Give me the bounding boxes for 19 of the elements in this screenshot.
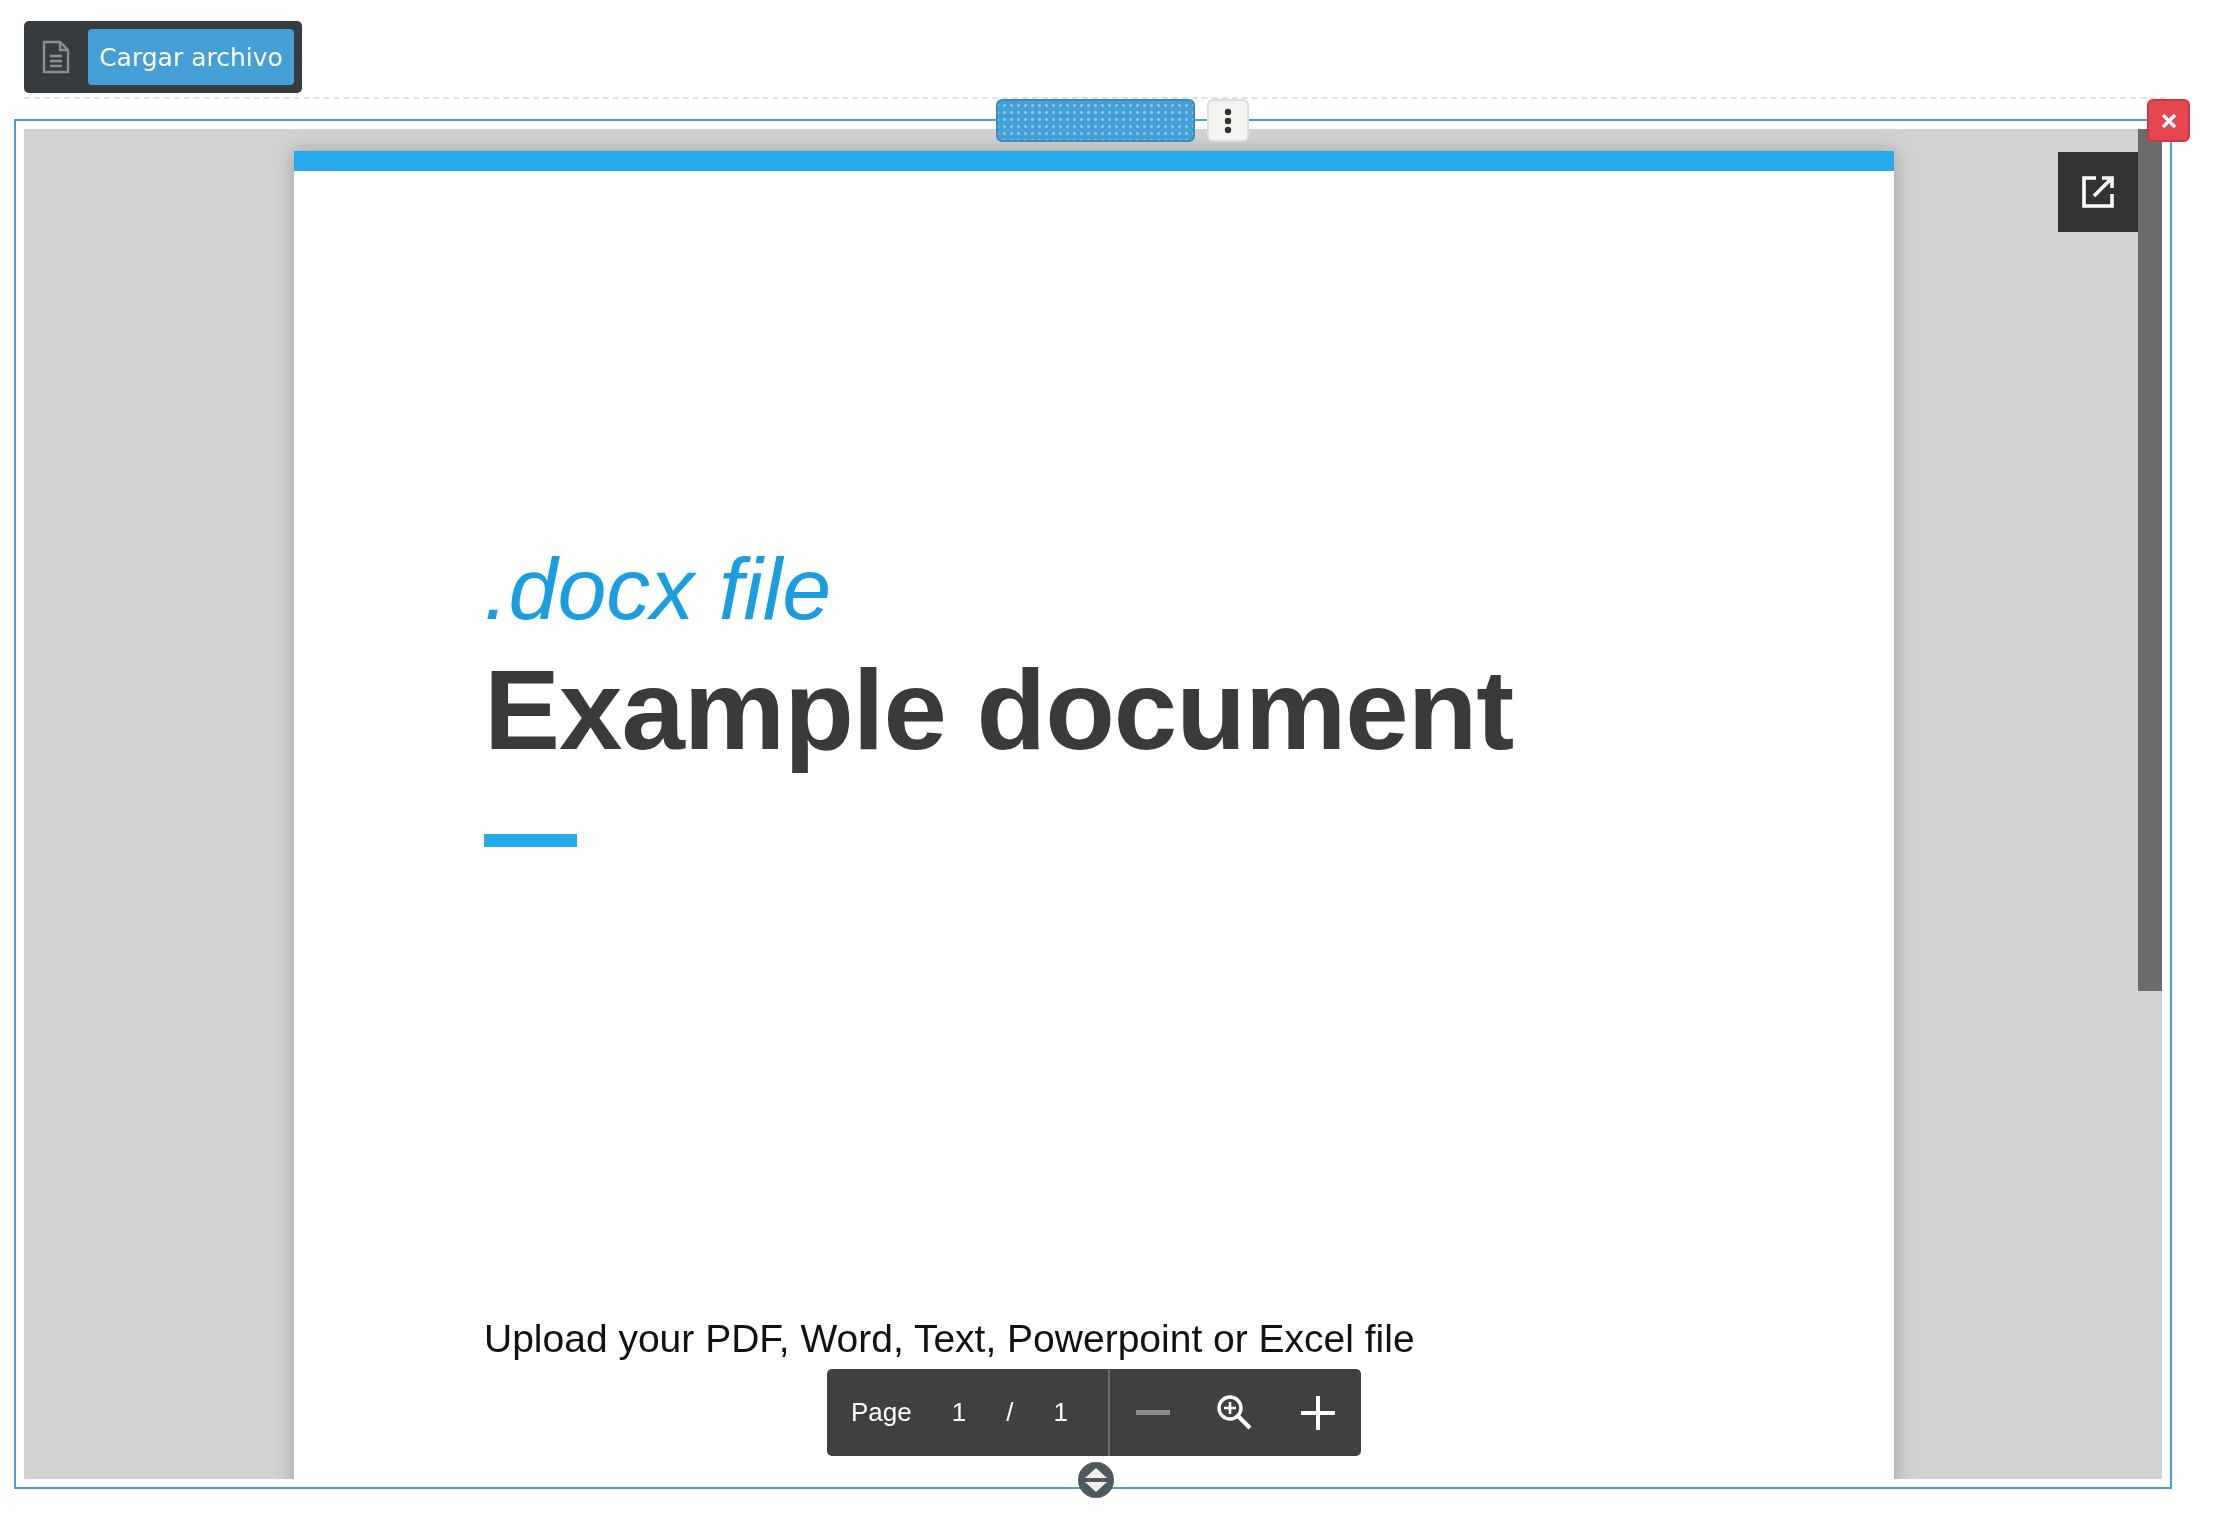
scrollbar[interactable] xyxy=(2138,129,2162,991)
close-icon xyxy=(2159,111,2178,130)
document-title: Example document xyxy=(484,644,1515,775)
page-label: Page xyxy=(851,1397,912,1428)
resize-handle[interactable] xyxy=(1078,1462,1114,1498)
document-icon xyxy=(42,40,70,74)
current-page: 1 xyxy=(951,1397,967,1428)
more-icon xyxy=(1224,107,1232,134)
document-subtitle: .docx file xyxy=(484,541,833,638)
close-button[interactable] xyxy=(2147,99,2190,142)
minus-icon xyxy=(1135,1409,1170,1416)
open-external-button[interactable] xyxy=(2058,152,2138,232)
document-text: Upload your PDF, Word, Text, Powerpoint or Excel file xyxy=(484,1316,1416,1361)
plus-icon xyxy=(1301,1395,1336,1430)
page-separator: / xyxy=(1006,1397,1014,1428)
upload-button[interactable]: Cargar archivo xyxy=(88,29,294,85)
total-pages: 1 xyxy=(1053,1397,1068,1428)
drag-handle[interactable] xyxy=(996,99,1195,142)
more-button[interactable] xyxy=(1207,99,1249,142)
